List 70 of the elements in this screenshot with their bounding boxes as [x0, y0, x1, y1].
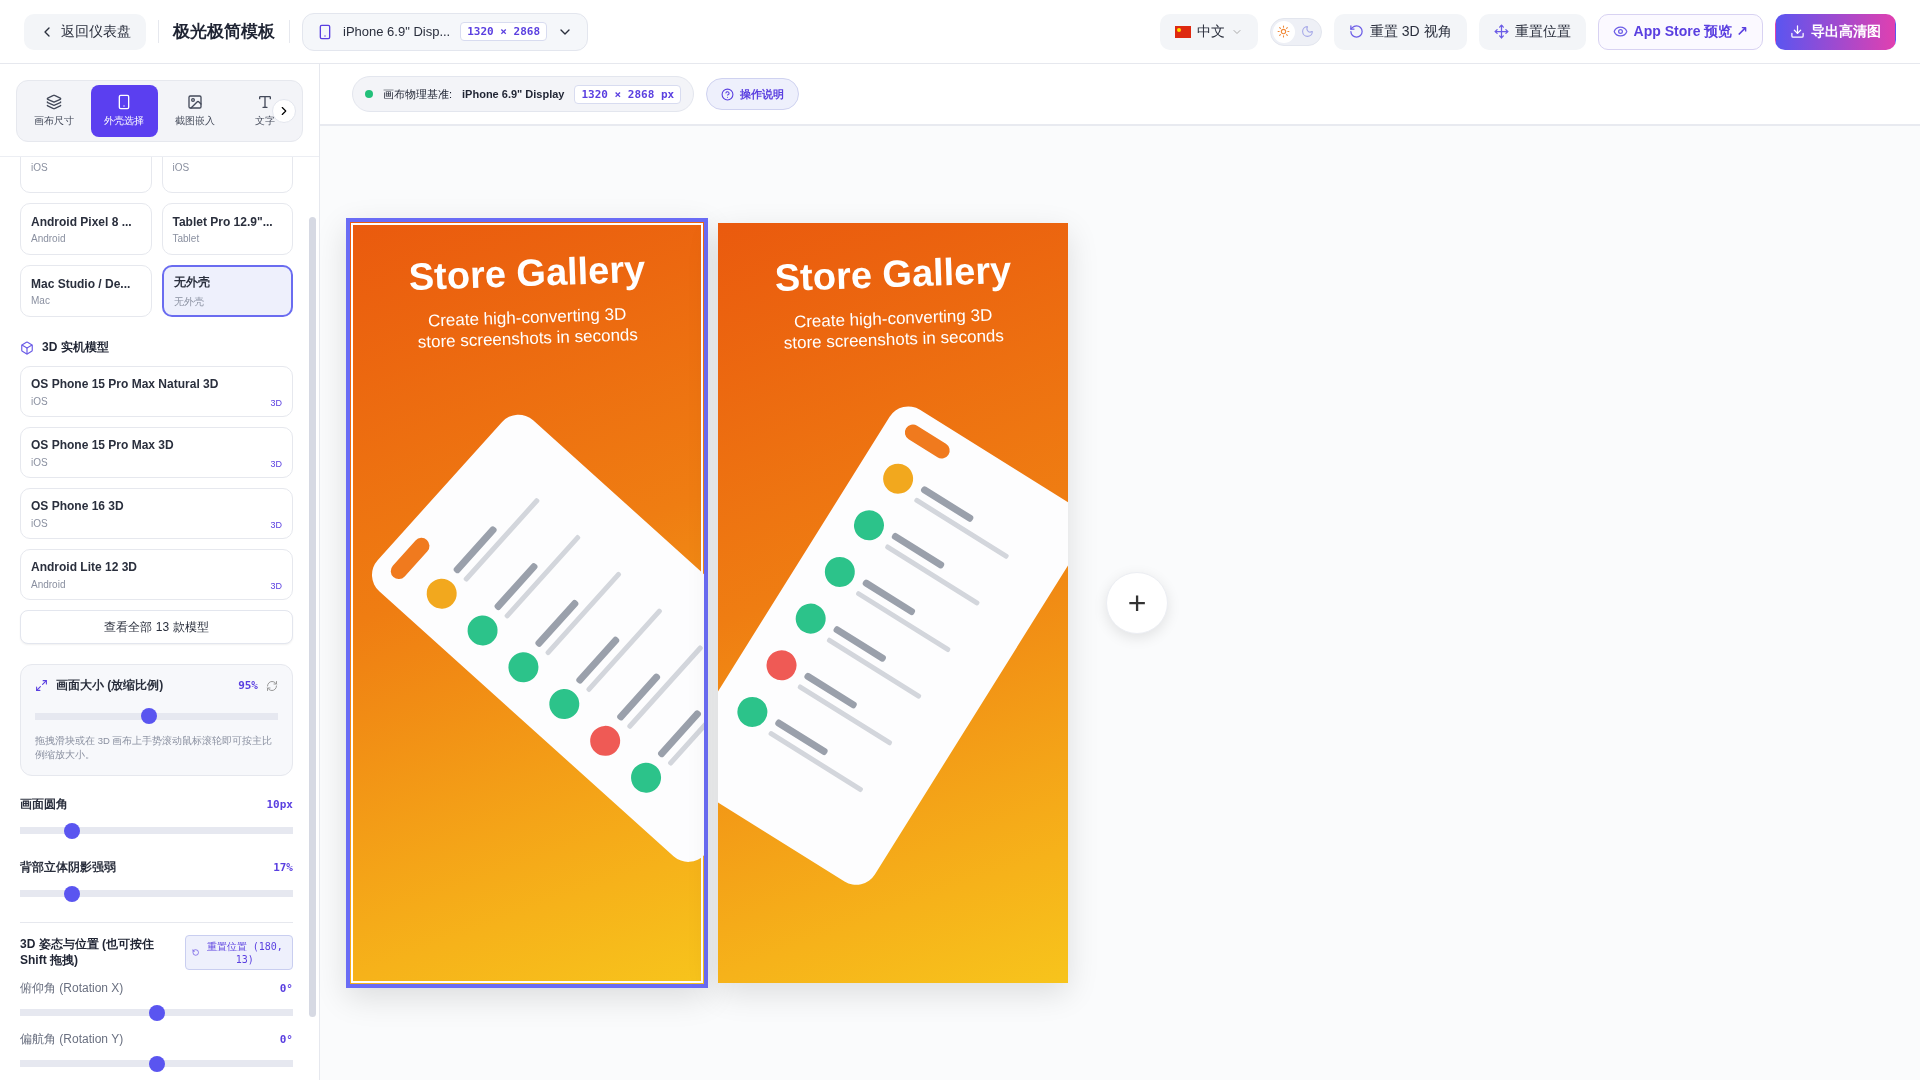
slide-title: Store Gallery: [773, 247, 1013, 302]
sidebar-tab[interactable]: 画布尺寸: [21, 85, 88, 137]
slider-value: 10px: [266, 797, 293, 811]
slider-label: 背部立体阴影强弱: [20, 858, 117, 876]
model-option[interactable]: OS Phone 15 Pro Max 3D iOS 3D: [20, 427, 293, 478]
image-icon: [186, 94, 203, 110]
moon-icon: [1301, 25, 1315, 38]
text-icon: [256, 94, 273, 110]
slider-thumb[interactable]: [63, 885, 80, 902]
status-dot: [365, 90, 373, 98]
rotate-icon: [1348, 24, 1364, 39]
template-title: 极光极简模板: [158, 20, 290, 43]
slider-thumb[interactable]: [63, 822, 80, 839]
model-option[interactable]: OS Phone 15 Pro Max Natural 3D iOS 3D: [20, 366, 293, 417]
theme-toggle[interactable]: [1269, 17, 1322, 46]
slider-label: 俯仰角 (Rotation X): [20, 979, 125, 997]
info-label: 画布物理基准:: [383, 86, 453, 102]
reset-icon[interactable]: [266, 679, 278, 692]
section-title: 3D 实机模型: [42, 339, 109, 356]
scrollbar[interactable]: [309, 217, 316, 1017]
sun-icon: [1277, 25, 1291, 38]
slider-value: 0°: [279, 981, 293, 995]
slider-label: 画面大小 (放缩比例): [56, 677, 165, 694]
slider-value: 95%: [238, 679, 258, 692]
slider-value: 17%: [273, 860, 293, 874]
model-option[interactable]: Android Lite 12 3D Android 3D: [20, 549, 293, 600]
model-option[interactable]: OS Phone 16 3D iOS 3D: [20, 488, 293, 539]
sidebar-tab[interactable]: 截图嵌入: [161, 85, 228, 137]
slide-title: Store Gallery: [407, 246, 647, 301]
cube-icon: [20, 340, 34, 355]
frame-option[interactable]: 无外壳 无外壳: [161, 265, 293, 317]
download-icon: [1790, 24, 1805, 39]
toolbar-button[interactable]: 重置位置: [1478, 13, 1586, 50]
frame-option[interactable]: Tablet Pro 12.9"... Tablet: [161, 203, 293, 255]
move-icon: [1493, 24, 1509, 39]
flag-icon: [1174, 25, 1191, 38]
info-size: 1320 × 2868 px: [574, 84, 682, 104]
device-select[interactable]: iPhone 6.9" Disp... 1320 × 2868: [302, 12, 589, 51]
device-size: 1320 × 2868: [460, 22, 548, 41]
device-name: iPhone 6.9" Disp...: [343, 24, 451, 39]
sidebar-tab[interactable]: 外壳选择: [91, 85, 158, 137]
export-button[interactable]: 导出高清图: [1775, 13, 1896, 50]
help-icon: [721, 87, 735, 101]
slide-subtitle: Create high-converting 3D store screenshots in seconds: [416, 303, 639, 354]
reset-position-button[interactable]: 重置位置 (180, 13): [185, 934, 293, 970]
eye-icon: [1612, 24, 1628, 39]
help-button[interactable]: 操作说明: [706, 78, 800, 110]
layers-icon: [46, 94, 63, 110]
section-title: 3D 姿态与位置 (也可按住 Shift 拖拽): [20, 935, 155, 969]
slider-label: 偏航角 (Rotation Y): [20, 1030, 125, 1048]
slide-subtitle: Create high-converting 3D store screenshots in seconds: [782, 304, 1005, 355]
hint-text: 拖拽滑块或在 3D 画布上手势滚动鼠标滚轮即可按主比例缩放大小。: [35, 734, 274, 763]
sidebar-tab[interactable]: 文字: [231, 85, 298, 137]
reset-icon: [192, 947, 200, 957]
phone-icon: [317, 23, 333, 40]
frame-option[interactable]: Android Pixel 8 ... Android: [20, 203, 152, 255]
toolbar-button[interactable]: 重置 3D 视角: [1333, 13, 1467, 50]
frame-option[interactable]: Mac Studio / De... Mac: [20, 265, 152, 317]
view-all-button[interactable]: 查看全部 13 款模型: [20, 610, 293, 644]
language-select[interactable]: 中文: [1159, 13, 1258, 50]
back-button[interactable]: 返回仪表盘: [24, 13, 146, 50]
resize-icon: [35, 679, 48, 692]
slider-label: 画面圆角: [20, 795, 69, 813]
info-device: iPhone 6.9" Display: [462, 88, 565, 100]
slider-thumb[interactable]: [148, 1055, 165, 1072]
slider-thumb[interactable]: [141, 708, 158, 724]
slider-thumb[interactable]: [148, 1004, 165, 1021]
add-slide-button[interactable]: +: [1106, 572, 1168, 634]
slider-value: 0°: [279, 1032, 293, 1046]
toolbar-button[interactable]: App Store 预览 ↗: [1597, 13, 1763, 50]
